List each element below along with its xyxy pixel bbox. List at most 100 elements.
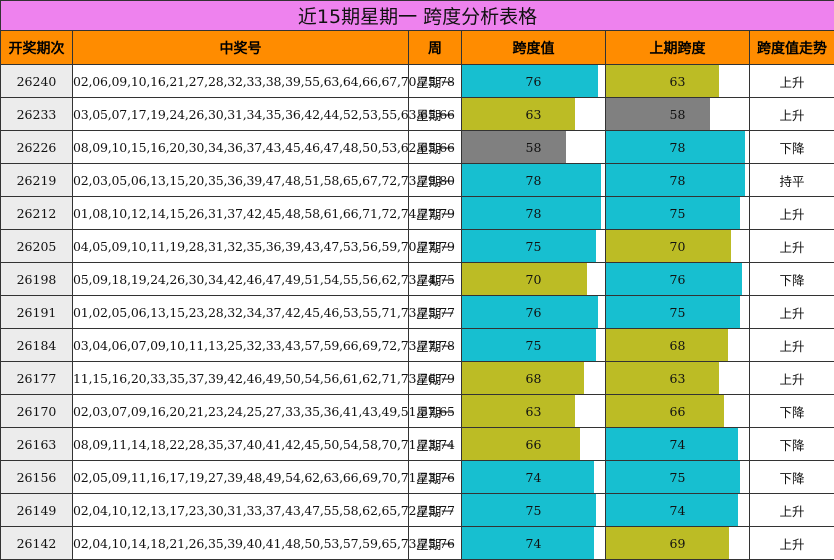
prev-span-value: 66 xyxy=(669,403,686,419)
table-row: 26233 03,05,07,17,19,24,26,30,31,34,35,36… xyxy=(0,97,834,131)
span-analysis-table: 近15期星期一 跨度分析表格 开奖期次 中奖号 周 跨度值 上期跨度 跨度值走势… xyxy=(0,0,834,560)
trend-value: 上升 xyxy=(779,206,805,222)
span-cell: 76 xyxy=(461,64,606,98)
trend-value: 上升 xyxy=(779,107,805,123)
table-row: 26170 02,03,07,09,16,20,21,23,24,25,27,33… xyxy=(0,394,834,428)
trend-cell: 上升 xyxy=(748,361,834,395)
prev-span-bar xyxy=(606,362,719,394)
span-cell: 63 xyxy=(461,394,606,428)
trend-cell: 上升 xyxy=(748,328,834,362)
span-cell: 63 xyxy=(461,97,606,131)
week-cell: 星期一 xyxy=(408,196,462,230)
prev-span-cell: 74 xyxy=(605,493,750,527)
span-bar xyxy=(462,428,580,460)
week-cell: 星期一 xyxy=(408,427,462,461)
issue-cell: 26163 xyxy=(0,427,73,461)
table-row: 26184 03,04,06,07,09,10,11,13,25,32,33,43… xyxy=(0,328,834,362)
span-value: 78 xyxy=(525,172,542,188)
issue-cell: 26233 xyxy=(0,97,73,131)
header-issue: 开奖期次 xyxy=(0,30,73,65)
issue-number: 26212 xyxy=(16,205,57,221)
prev-span-value: 58 xyxy=(669,106,686,122)
issue-number: 26170 xyxy=(16,403,57,419)
week-cell: 星期一 xyxy=(408,361,462,395)
header-numbers: 中奖号 xyxy=(72,30,409,65)
weekday: 星期一 xyxy=(416,173,454,189)
prev-span-value: 63 xyxy=(669,73,686,89)
prev-span-bar xyxy=(606,65,719,97)
weekday: 星期一 xyxy=(416,272,454,288)
table-row: 26191 01,02,05,06,13,15,23,28,32,34,37,42… xyxy=(0,295,834,329)
issue-number: 26198 xyxy=(16,271,57,287)
prev-span-cell: 76 xyxy=(605,262,750,296)
span-value: 66 xyxy=(525,436,542,452)
weekday: 星期一 xyxy=(416,107,454,123)
winning-numbers-cell: 04,05,09,10,11,19,28,31,32,35,36,39,43,4… xyxy=(72,229,455,263)
table-row: 26163 08,09,11,14,18,22,28,35,37,40,41,42… xyxy=(0,427,834,461)
table-row: 26177 11,15,16,20,33,35,37,39,42,46,49,50… xyxy=(0,361,834,395)
issue-number: 26191 xyxy=(16,304,57,320)
trend-value: 下降 xyxy=(779,272,805,288)
prev-span-bar xyxy=(606,527,730,559)
issue-cell: 26240 xyxy=(0,64,73,98)
span-bar xyxy=(462,98,575,130)
winning-numbers: 02,04,10,14,18,21,26,35,39,40,41,48,50,5… xyxy=(73,535,455,551)
weekday: 星期一 xyxy=(416,239,454,255)
week-cell: 星期一 xyxy=(408,394,462,428)
trend-cell: 下降 xyxy=(748,262,834,296)
winning-numbers: 03,04,06,07,09,10,11,13,25,32,33,43,57,5… xyxy=(73,337,455,353)
prev-span-value: 69 xyxy=(669,535,686,551)
prev-span-cell: 58 xyxy=(605,97,750,131)
issue-number: 26163 xyxy=(16,436,57,452)
page-title: 近15期星期一 跨度分析表格 xyxy=(0,0,834,31)
span-bar xyxy=(462,263,588,295)
trend-value: 上升 xyxy=(779,371,805,387)
prev-span-value: 78 xyxy=(669,172,686,188)
issue-cell: 26149 xyxy=(0,493,73,527)
span-cell: 76 xyxy=(461,295,606,329)
week-cell: 星期一 xyxy=(408,328,462,362)
winning-numbers-cell: 02,06,09,10,16,21,27,28,32,33,38,39,55,6… xyxy=(72,64,455,98)
span-value: 76 xyxy=(525,73,542,89)
issue-number: 26205 xyxy=(16,238,57,254)
trend-cell: 下降 xyxy=(748,427,834,461)
trend-cell: 持平 xyxy=(748,163,834,197)
trend-cell: 下降 xyxy=(748,130,834,164)
issue-cell: 26219 xyxy=(0,163,73,197)
trend-cell: 上升 xyxy=(748,229,834,263)
winning-numbers-cell: 02,03,07,09,16,20,21,23,24,25,27,33,35,3… xyxy=(72,394,455,428)
prev-span-value: 68 xyxy=(669,337,686,353)
span-value: 75 xyxy=(525,337,542,353)
span-value: 75 xyxy=(525,238,542,254)
prev-span-bar xyxy=(606,395,724,427)
trend-cell: 下降 xyxy=(748,394,834,428)
week-cell: 星期一 xyxy=(408,526,462,560)
trend-value: 上升 xyxy=(779,338,805,354)
prev-span-cell: 75 xyxy=(605,460,750,494)
span-cell: 66 xyxy=(461,427,606,461)
prev-span-cell: 69 xyxy=(605,526,750,560)
winning-numbers: 05,09,18,19,24,26,30,34,42,46,47,49,51,5… xyxy=(73,271,455,287)
span-cell: 78 xyxy=(461,163,606,197)
winning-numbers: 02,03,05,06,13,15,20,35,36,39,47,48,51,5… xyxy=(73,172,455,188)
prev-span-value: 74 xyxy=(669,502,686,518)
span-value: 68 xyxy=(525,370,542,386)
table-row: 26219 02,03,05,06,13,15,20,35,36,39,47,48… xyxy=(0,163,834,197)
prev-span-value: 63 xyxy=(669,370,686,386)
winning-numbers: 03,05,07,17,19,24,26,30,31,34,35,36,42,4… xyxy=(73,106,455,122)
winning-numbers: 01,08,10,12,14,15,26,31,37,42,45,48,58,6… xyxy=(73,205,455,221)
winning-numbers: 04,05,09,10,11,19,28,31,32,35,36,39,43,4… xyxy=(73,238,455,254)
issue-cell: 26191 xyxy=(0,295,73,329)
prev-span-cell: 63 xyxy=(605,361,750,395)
weekday: 星期一 xyxy=(416,371,454,387)
weekday: 星期一 xyxy=(416,536,454,552)
prev-span-cell: 74 xyxy=(605,427,750,461)
span-value: 74 xyxy=(525,535,542,551)
issue-cell: 26198 xyxy=(0,262,73,296)
week-cell: 星期一 xyxy=(408,97,462,131)
span-bar xyxy=(462,362,584,394)
header-row: 开奖期次 中奖号 周 跨度值 上期跨度 跨度值走势 xyxy=(0,30,834,65)
span-cell: 75 xyxy=(461,328,606,362)
issue-cell: 26212 xyxy=(0,196,73,230)
winning-numbers-cell: 01,08,10,12,14,15,26,31,37,42,45,48,58,6… xyxy=(72,196,455,230)
